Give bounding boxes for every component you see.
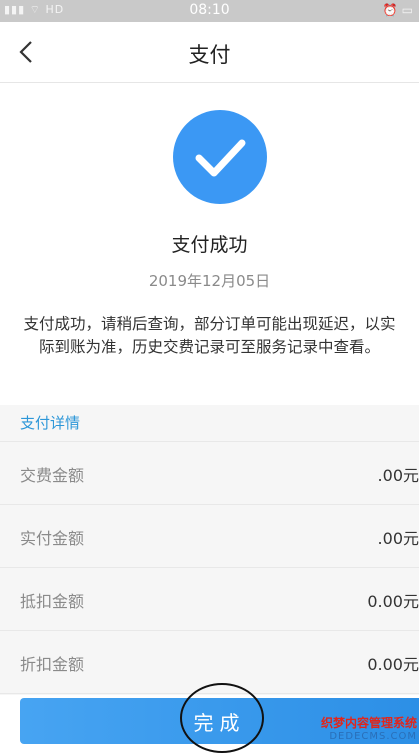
detail-label: 交费金额	[20, 466, 85, 485]
battery-icon: ⏰ ▭	[382, 3, 413, 17]
detail-label: 抵扣金额	[20, 592, 85, 611]
watermark-url: DEDECMS.COM	[329, 731, 417, 742]
status-bar: ▮▮▮ ⌔ HD 08:10 ⏰ ▭	[0, 0, 419, 22]
detail-value: 0.00元	[367, 655, 419, 674]
detail-row: 实付金额 .00元	[0, 505, 419, 568]
detail-value: .00元	[377, 466, 419, 485]
detail-label: 实付金额	[20, 529, 85, 548]
nav-bar: 支付	[0, 22, 419, 83]
status-time: 08:10	[189, 2, 230, 18]
notice-text: 支付成功，请稍后查询，部分订单可能出现延迟，以实际到账为准，历史交费记录可至服务…	[23, 315, 396, 356]
watermark: 织梦内容管理系统 DEDECMS.COM	[309, 716, 417, 744]
check-icon	[195, 139, 246, 177]
page-title: 支付	[188, 43, 231, 67]
detail-label: 折扣金额	[20, 655, 85, 674]
payment-date: 2019年12月05日	[148, 272, 271, 290]
success-badge	[173, 110, 267, 204]
success-title: 支付成功	[171, 234, 248, 256]
watermark-title: 织梦内容管理系统	[320, 716, 417, 730]
detail-row: 抵扣金额 0.00元	[0, 568, 419, 631]
details-header: 支付详情	[0, 405, 419, 442]
detail-row: 交费金额 .00元	[0, 442, 419, 505]
detail-value: 0.00元	[367, 592, 419, 611]
detail-value: .00元	[377, 529, 419, 548]
detail-row: 折扣金额 0.00元	[0, 631, 419, 694]
payment-details: 支付详情 交费金额 .00元 实付金额 .00元 抵扣金额 0.00元 折扣金额…	[0, 405, 419, 695]
